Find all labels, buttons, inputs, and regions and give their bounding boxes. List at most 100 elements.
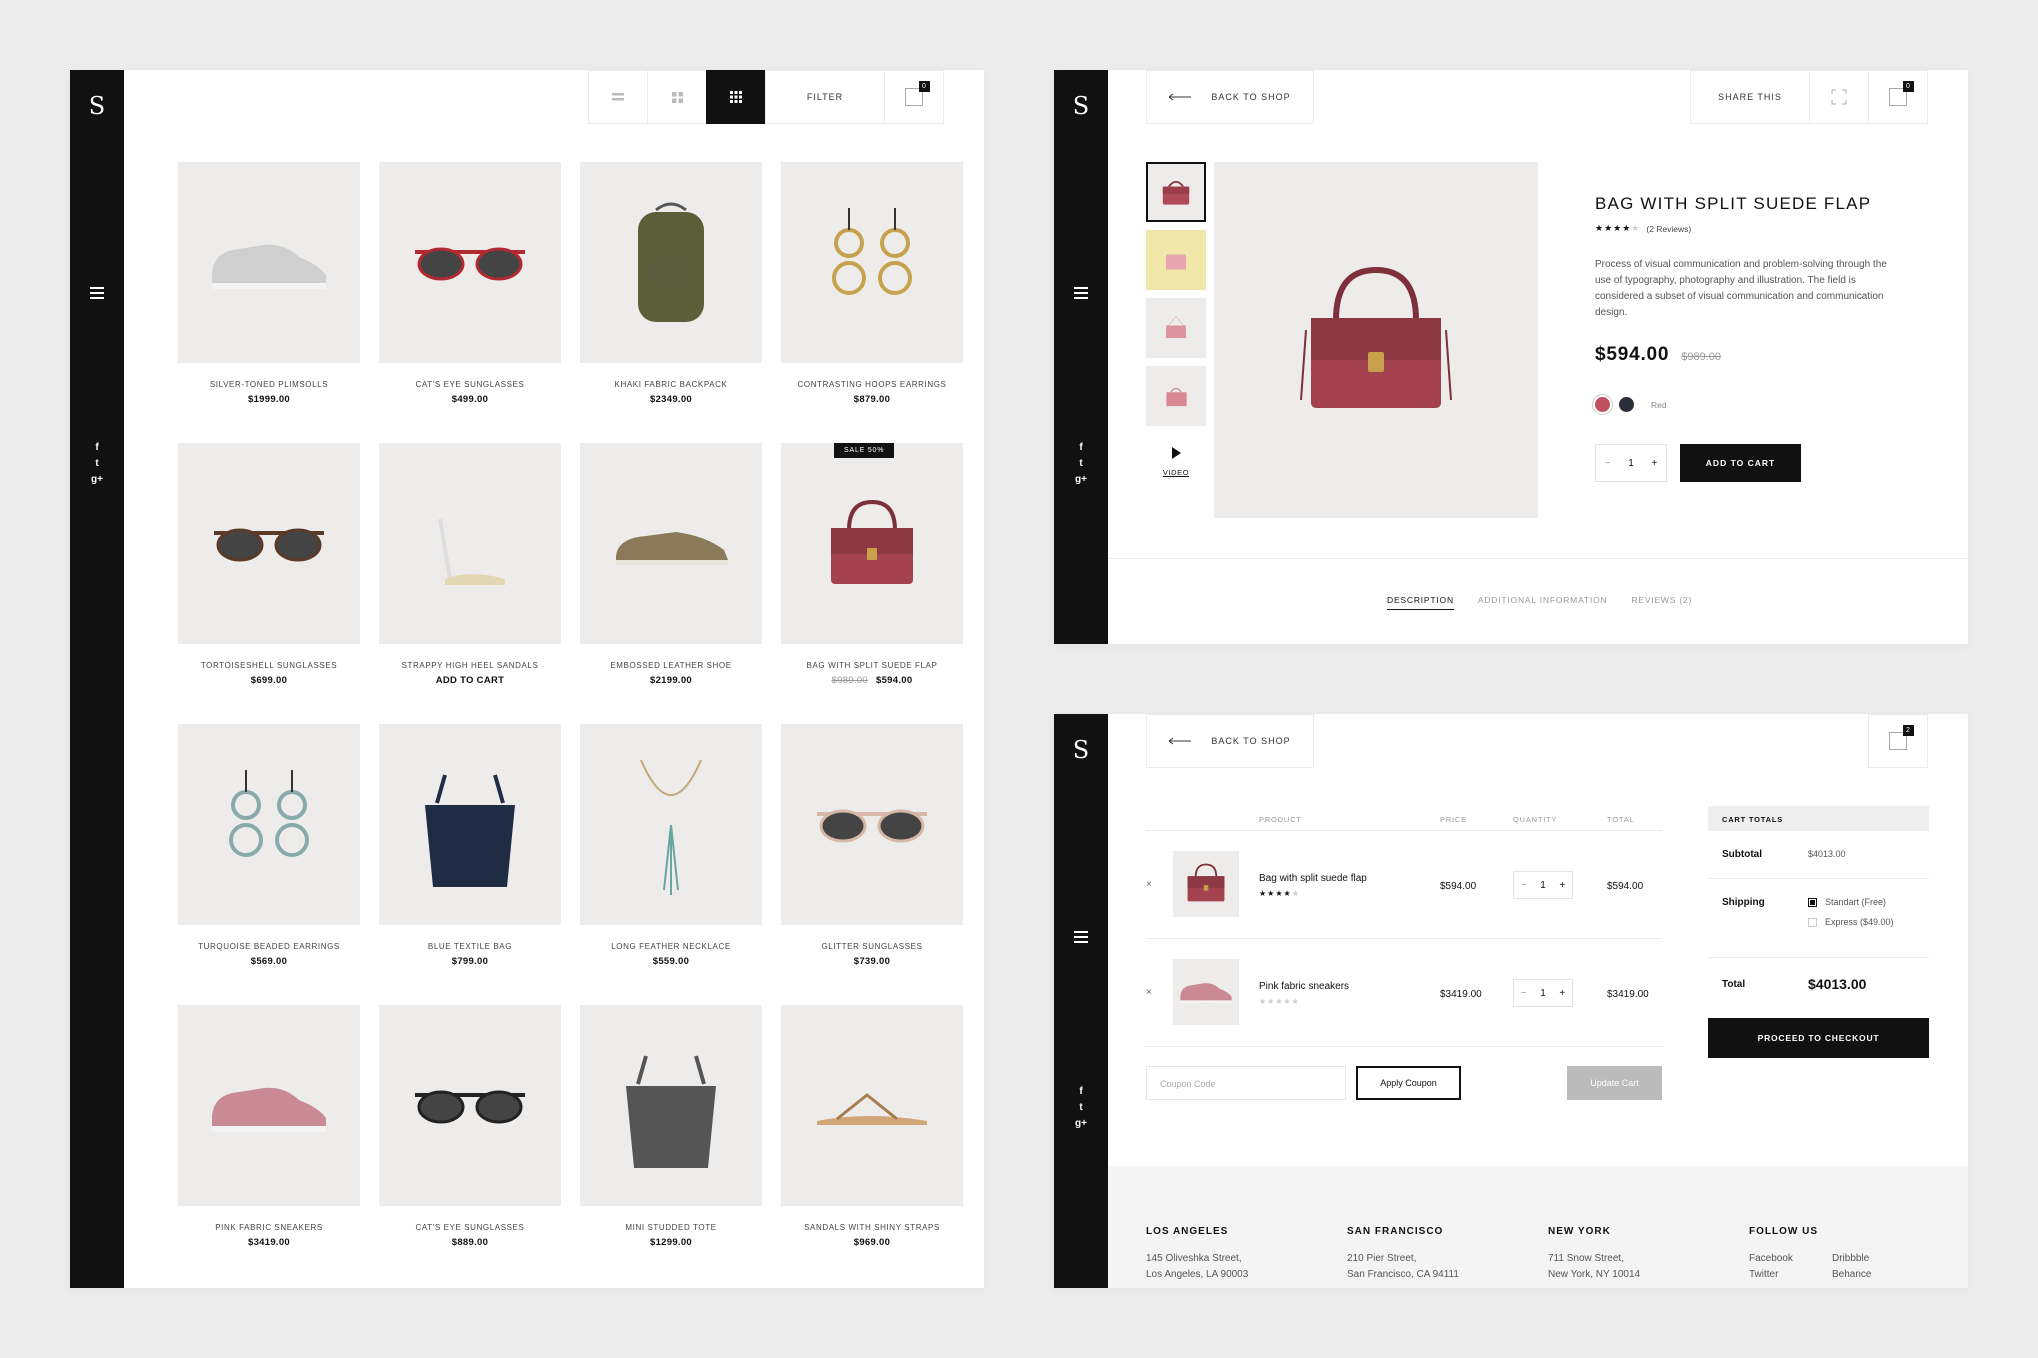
video-button[interactable]: VIDEO [1146,446,1206,477]
proceed-to-checkout-button[interactable]: PROCEED TO CHECKOUT [1708,1018,1929,1058]
reviews-link[interactable]: (2 Reviews) [1646,224,1691,234]
coupon-input[interactable]: Coupon Code [1146,1066,1346,1100]
update-cart-button[interactable]: Update Cart [1567,1066,1662,1100]
product-image[interactable] [379,724,561,925]
product-name[interactable]: SANDALS WITH SHINY STRAPS [781,1223,963,1232]
product-image[interactable] [178,443,360,644]
product-name[interactable]: BAG WITH SPLIT SUEDE FLAP [781,661,963,670]
increase-qty-button[interactable]: + [1651,458,1657,469]
product-card[interactable]: CAT'S EYE SUNGLASSES $889.00 [379,1005,561,1286]
product-name[interactable]: PINK FABRIC SNEAKERS [178,1223,360,1232]
product-name[interactable]: STRAPPY HIGH HEEL SANDALS [379,661,561,670]
product-card[interactable]: CONTRASTING HOOPS EARRINGS $879.00 [781,162,963,443]
product-name[interactable]: MINI STUDDED TOTE [580,1223,762,1232]
cart-item-thumbnail[interactable] [1173,959,1239,1025]
dribbble-link[interactable]: Dribbble [1832,1251,1912,1267]
google-plus-icon[interactable]: g+ [70,472,124,488]
product-name[interactable]: TORTOISESHELL SUNGLASSES [178,661,360,670]
product-name[interactable]: EMBOSSED LEATHER SHOE [580,661,762,670]
product-name[interactable]: KHAKI FABRIC BACKPACK [580,380,762,389]
twitter-icon[interactable]: t [1054,1100,1108,1116]
decrease-qty-button[interactable]: − [1521,988,1527,999]
quantity-stepper[interactable]: − 1 + [1513,871,1573,899]
twitter-icon[interactable]: t [1054,456,1108,472]
product-image[interactable] [580,162,762,363]
color-swatch-red[interactable] [1592,394,1613,415]
product-card[interactable]: TURQUOISE BEADED EARRINGS $569.00 [178,724,360,1005]
brand-logo[interactable]: S [1054,736,1108,764]
product-price-value[interactable]: ADD TO CART [436,675,505,686]
product-card[interactable]: EMBOSSED LEATHER SHOE $2199.00 [580,443,762,724]
product-image[interactable] [580,1005,762,1206]
remove-item-button[interactable]: × [1146,987,1152,998]
brand-logo[interactable]: S [70,92,124,120]
back-to-shop-button[interactable]: BACK TO SHOP [1146,714,1314,768]
thumbnail-1[interactable] [1146,162,1206,222]
product-image[interactable] [178,162,360,363]
filter-button[interactable]: FILTER [765,70,885,124]
increase-qty-button[interactable]: + [1559,988,1565,999]
cart-item-name[interactable]: Pink fabric sneakers [1259,981,1349,992]
product-card[interactable]: SALE 50% BAG WITH SPLIT SUEDE FLAP $989.… [781,443,963,724]
menu-icon[interactable] [1074,287,1088,302]
product-image[interactable] [781,724,963,925]
twitter-link[interactable]: Twitter [1749,1267,1832,1283]
product-image[interactable] [379,443,561,644]
product-image[interactable] [580,443,762,644]
product-card[interactable]: LONG FEATHER NECKLACE $559.00 [580,724,762,1005]
quantity-stepper[interactable]: − 1 + [1513,979,1573,1007]
back-to-shop-button[interactable]: BACK TO SHOP [1146,70,1314,124]
product-image[interactable] [781,1005,963,1206]
cart-button[interactable]: 2 [1868,714,1928,768]
product-image[interactable]: SALE 50% [781,443,963,644]
behance-link[interactable]: Behance [1832,1267,1912,1283]
product-card[interactable]: KHAKI FABRIC BACKPACK $2349.00 [580,162,762,443]
shipping-option-standard[interactable]: Standart (Free) [1808,897,1894,907]
apply-coupon-button[interactable]: Apply Coupon [1356,1066,1461,1100]
product-card[interactable]: GLITTER SUNGLASSES $739.00 [781,724,963,1005]
brand-logo[interactable]: S [1054,92,1108,120]
product-image[interactable] [580,724,762,925]
tab-reviews[interactable]: REVIEWS (2) [1631,595,1692,610]
product-name[interactable]: CAT'S EYE SUNGLASSES [379,1223,561,1232]
product-name[interactable]: CONTRASTING HOOPS EARRINGS [781,380,963,389]
product-image[interactable] [379,162,561,363]
product-card[interactable]: MINI STUDDED TOTE $1299.00 [580,1005,762,1286]
facebook-icon[interactable]: f [70,440,124,456]
menu-icon[interactable] [90,287,104,302]
product-image[interactable] [178,724,360,925]
cart-button[interactable]: 0 [884,70,944,124]
product-name[interactable]: CAT'S EYE SUNGLASSES [379,380,561,389]
decrease-qty-button[interactable]: − [1605,458,1611,469]
product-image[interactable] [379,1005,561,1206]
twitter-icon[interactable]: t [70,456,124,472]
cart-item-name[interactable]: Bag with split suede flap [1259,873,1367,884]
cart-item-thumbnail[interactable] [1173,851,1239,917]
product-card[interactable]: STRAPPY HIGH HEEL SANDALS ADD TO CART [379,443,561,724]
product-card[interactable]: BLUE TEXTILE BAG $799.00 [379,724,561,1005]
grid-4-view-button[interactable] [706,70,766,124]
list-view-button[interactable] [588,70,648,124]
product-card[interactable]: TORTOISESHELL SUNGLASSES $699.00 [178,443,360,724]
product-card[interactable]: SILVER-TONED PLIMSOLLS $1999.00 [178,162,360,443]
product-card[interactable]: CAT'S EYE SUNGLASSES $499.00 [379,162,561,443]
product-image[interactable] [178,1005,360,1206]
product-image[interactable] [781,162,963,363]
product-name[interactable]: SILVER-TONED PLIMSOLLS [178,380,360,389]
increase-qty-button[interactable]: + [1559,880,1565,891]
tab-additional-information[interactable]: ADDITIONAL INFORMATION [1478,595,1608,610]
remove-item-button[interactable]: × [1146,879,1152,890]
shipping-option-express[interactable]: Express ($49.00) [1808,917,1894,927]
facebook-icon[interactable]: f [1054,1084,1108,1100]
add-to-cart-button[interactable]: ADD TO CART [1680,444,1801,482]
google-plus-icon[interactable]: g+ [1054,1116,1108,1132]
share-button[interactable]: SHARE THIS [1690,70,1810,124]
product-name[interactable]: GLITTER SUNGLASSES [781,942,963,951]
facebook-icon[interactable]: f [1054,440,1108,456]
product-name[interactable]: TURQUOISE BEADED EARRINGS [178,942,360,951]
tab-description[interactable]: DESCRIPTION [1387,595,1454,610]
cart-button[interactable]: 0 [1868,70,1928,124]
product-card[interactable]: PINK FABRIC SNEAKERS $3419.00 [178,1005,360,1286]
product-name[interactable]: BLUE TEXTILE BAG [379,942,561,951]
thumbnail-4[interactable] [1146,366,1206,426]
